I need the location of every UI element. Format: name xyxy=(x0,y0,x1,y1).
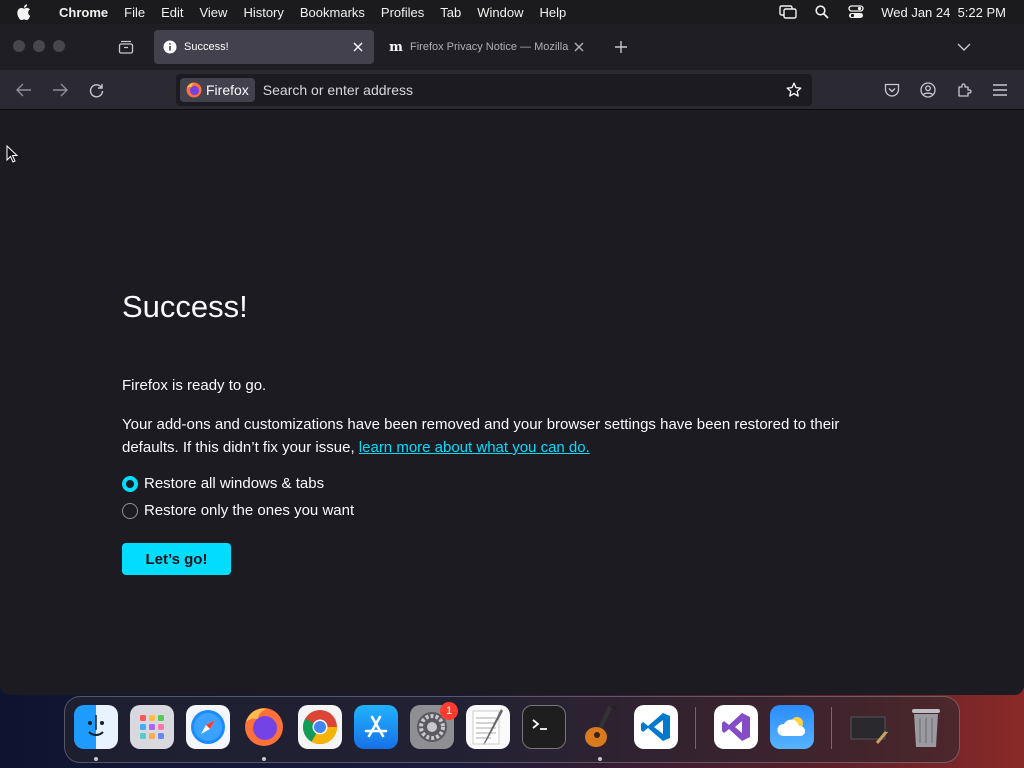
list-all-tabs-button[interactable] xyxy=(954,37,974,57)
tab-title: Firefox Privacy Notice — Mozilla xyxy=(410,41,569,53)
back-button[interactable] xyxy=(14,80,34,100)
learn-more-link[interactable]: learn more about what you can do. xyxy=(359,439,590,456)
menu-view[interactable]: View xyxy=(191,5,235,20)
firefox-dock-icon[interactable] xyxy=(242,705,286,749)
macos-menu-bar: Chrome File Edit View History Bookmarks … xyxy=(0,0,1024,24)
extensions-button[interactable] xyxy=(954,80,974,100)
garageband-icon[interactable] xyxy=(578,705,622,749)
window-minimize-button[interactable] xyxy=(33,40,45,52)
running-indicator xyxy=(262,757,266,761)
notification-badge: 1 xyxy=(440,702,458,720)
vscode-icon[interactable] xyxy=(634,705,678,749)
tab-privacy-notice[interactable]: m Firefox Privacy Notice — Mozilla xyxy=(380,30,595,64)
firefox-view-icon xyxy=(118,40,134,54)
menu-app-name[interactable]: Chrome xyxy=(51,5,116,20)
reload-icon xyxy=(89,83,103,97)
chevron-down-icon xyxy=(957,43,971,51)
safari-icon[interactable] xyxy=(186,705,230,749)
control-center-icon[interactable] xyxy=(847,3,865,21)
address-bar[interactable]: Firefox xyxy=(176,74,812,106)
dock-separator xyxy=(831,707,832,749)
menu-tab[interactable]: Tab xyxy=(432,5,469,20)
lets-go-button[interactable]: Let’s go! xyxy=(122,543,231,575)
info-icon xyxy=(162,39,178,55)
spotlight-search-icon[interactable] xyxy=(813,3,831,21)
menu-file[interactable]: File xyxy=(116,5,153,20)
restore-some-label: Restore only the ones you want xyxy=(144,502,355,519)
forward-arrow-icon xyxy=(53,83,68,97)
restore-some-option[interactable]: Restore only the ones you want xyxy=(122,502,354,519)
reload-button[interactable] xyxy=(86,80,106,100)
dock-separator xyxy=(695,707,696,749)
apple-logo-icon[interactable] xyxy=(17,4,37,20)
menu-history[interactable]: History xyxy=(235,5,291,20)
account-button[interactable] xyxy=(918,80,938,100)
screen-mirroring-icon[interactable] xyxy=(779,3,797,21)
menu-profiles[interactable]: Profiles xyxy=(373,5,432,20)
back-arrow-icon xyxy=(16,83,31,97)
mouse-cursor-icon xyxy=(6,145,18,163)
puzzle-piece-icon xyxy=(958,83,972,97)
tab-close-icon[interactable] xyxy=(571,39,587,55)
chrome-icon[interactable] xyxy=(298,705,342,749)
running-indicator xyxy=(94,757,98,761)
navigation-toolbar: Firefox xyxy=(0,70,1024,110)
new-tab-button[interactable] xyxy=(611,37,631,57)
reset-description: Your add-ons and customizations have bee… xyxy=(122,413,882,459)
firefox-logo-icon xyxy=(186,82,202,98)
identity-box[interactable]: Firefox xyxy=(180,78,255,102)
textedit-icon[interactable] xyxy=(466,705,510,749)
radio-selected-icon[interactable] xyxy=(122,475,138,492)
menu-edit[interactable]: Edit xyxy=(153,5,191,20)
tab-close-icon[interactable] xyxy=(350,39,366,55)
page-title: Success! xyxy=(122,289,248,324)
preview-icon[interactable] xyxy=(847,705,891,749)
firefox-view-button[interactable] xyxy=(116,37,136,57)
terminal-icon[interactable] xyxy=(522,705,566,749)
forward-button[interactable] xyxy=(50,80,70,100)
mozilla-m-icon: m xyxy=(389,39,403,55)
menu-help[interactable]: Help xyxy=(532,5,575,20)
window-zoom-button[interactable] xyxy=(53,40,65,52)
window-close-button[interactable] xyxy=(13,40,25,52)
trash-icon[interactable] xyxy=(904,705,948,749)
macos-dock xyxy=(64,696,960,763)
restore-all-option[interactable]: Restore all windows & tabs xyxy=(122,475,324,492)
pocket-icon xyxy=(884,83,900,97)
menu-window[interactable]: Window xyxy=(469,5,531,20)
url-input[interactable] xyxy=(262,82,782,98)
launchpad-icon[interactable] xyxy=(130,705,174,749)
tab-strip: Success! m Firefox Privacy Notice — Mozi… xyxy=(0,24,1024,70)
page-content: Success! Firefox is ready to go. Your ad… xyxy=(0,111,1024,695)
radio-unselected-icon[interactable] xyxy=(122,502,138,519)
menu-bookmarks[interactable]: Bookmarks xyxy=(292,5,373,20)
identity-label: Firefox xyxy=(206,82,249,98)
tab-title: Success! xyxy=(184,41,229,53)
app-menu-button[interactable] xyxy=(990,80,1010,100)
restore-all-label: Restore all windows & tabs xyxy=(144,475,325,492)
visual-studio-icon[interactable] xyxy=(714,705,758,749)
app-store-icon[interactable] xyxy=(354,705,398,749)
hamburger-menu-icon xyxy=(993,84,1007,96)
finder-icon[interactable] xyxy=(74,705,118,749)
account-icon xyxy=(920,82,936,98)
bookmark-star-icon[interactable] xyxy=(782,78,806,102)
ready-message: Firefox is ready to go. xyxy=(122,377,267,394)
pocket-button[interactable] xyxy=(882,80,902,100)
running-indicator xyxy=(598,757,602,761)
tab-success[interactable]: Success! xyxy=(154,30,374,64)
plus-icon xyxy=(615,41,627,53)
weather-icon[interactable] xyxy=(770,705,814,749)
firefox-window: Success! m Firefox Privacy Notice — Mozi… xyxy=(0,24,1024,695)
menu-bar-clock[interactable]: Wed Jan 24 5:22 PM xyxy=(881,5,1006,20)
